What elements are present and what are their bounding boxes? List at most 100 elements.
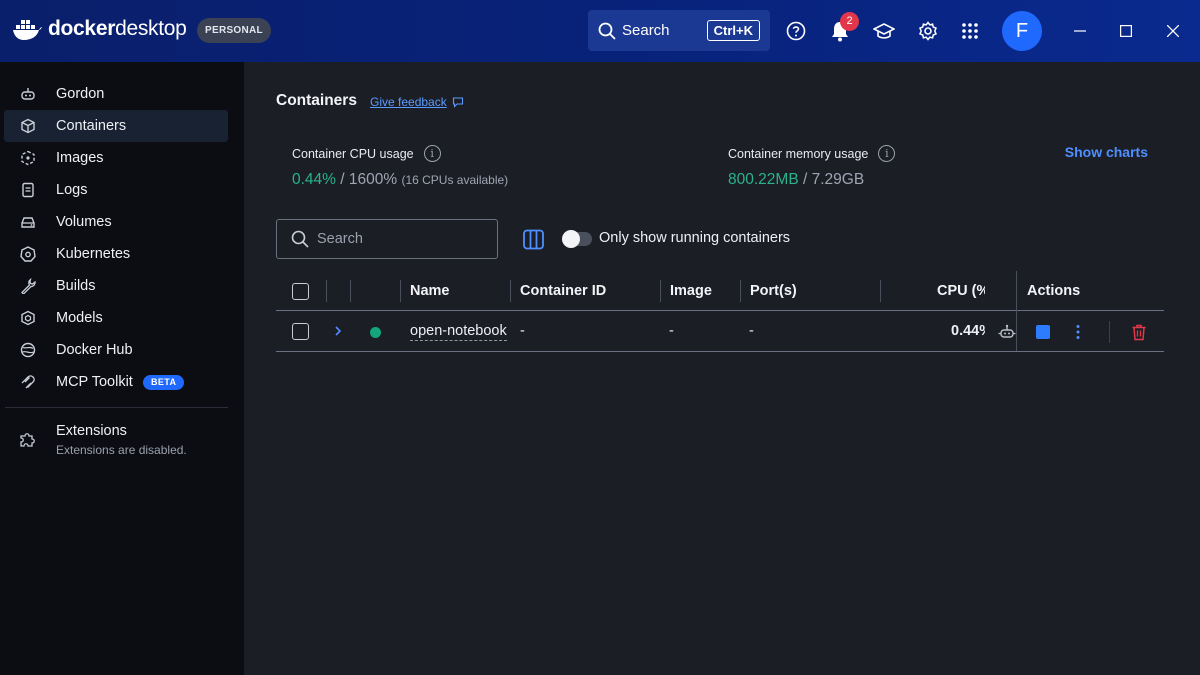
columns-toggle-icon[interactable] bbox=[523, 229, 544, 250]
sidebar-item-label: Kubernetes bbox=[56, 246, 131, 262]
docker-desktop-logo: dockerdesktop bbox=[12, 17, 187, 41]
models-icon bbox=[19, 309, 37, 327]
toggle-knob bbox=[562, 230, 580, 248]
logo-text: dockerdesktop bbox=[48, 17, 187, 40]
memory-info-icon[interactable]: i bbox=[878, 145, 896, 162]
main-content: Containers Give feedback Container CPU u… bbox=[244, 62, 1200, 675]
memory-usage-label: Container memory usage i bbox=[728, 145, 896, 162]
table-row[interactable]: open-notebook - - - 0.44% bbox=[276, 271, 1164, 352]
apps-grid-icon[interactable] bbox=[958, 19, 982, 43]
search-shortcut: Ctrl+K bbox=[706, 20, 760, 41]
sidebar-item-label: Images bbox=[56, 150, 104, 166]
column-header-cpu[interactable]: CPU (% bbox=[937, 283, 985, 299]
minimize-window-icon[interactable] bbox=[1069, 20, 1091, 42]
page-title: Containers bbox=[276, 92, 357, 109]
sidebar-item-label: Models bbox=[56, 310, 103, 326]
row-checkbox[interactable] bbox=[292, 323, 309, 340]
search-icon bbox=[291, 230, 309, 248]
sidebar-item-label: Docker Hub bbox=[56, 342, 133, 358]
show-charts-button[interactable]: Show charts bbox=[1065, 144, 1148, 160]
kubernetes-icon bbox=[19, 245, 37, 263]
logs-icon bbox=[19, 181, 37, 199]
sidebar-item-label: Volumes bbox=[56, 214, 112, 230]
sidebar-item-builds[interactable]: Builds bbox=[4, 270, 228, 302]
sidebar-item-images[interactable]: Images bbox=[4, 142, 228, 174]
cpu-usage-label: Container CPU usage i bbox=[292, 145, 441, 162]
sidebar-item-kubernetes[interactable]: Kubernetes bbox=[4, 238, 228, 270]
settings-gear-icon[interactable] bbox=[916, 19, 940, 43]
column-separator bbox=[740, 280, 741, 302]
stop-button[interactable] bbox=[1033, 322, 1053, 342]
sidebar-item-label: Logs bbox=[56, 182, 88, 198]
actions-separator bbox=[1109, 321, 1110, 343]
image-icon bbox=[19, 149, 37, 167]
column-header-ports[interactable]: Port(s) bbox=[750, 283, 797, 299]
extensions-title[interactable]: Extensions bbox=[56, 423, 127, 439]
sidebar-item-containers[interactable]: Containers bbox=[4, 110, 228, 142]
running-only-label: Only show running containers bbox=[599, 230, 791, 246]
container-id-cell: - bbox=[520, 323, 525, 339]
column-header-name[interactable]: Name bbox=[410, 283, 450, 299]
learning-center-icon[interactable] bbox=[872, 19, 896, 43]
cpu-usage-value: 0.44% / 1600% (16 CPUs available) bbox=[292, 171, 509, 188]
search-label: Search bbox=[622, 22, 670, 39]
sidebar-item-label: Containers bbox=[56, 118, 127, 134]
sidebar-item-logs[interactable]: Logs bbox=[4, 174, 228, 206]
column-separator bbox=[510, 280, 511, 302]
feedback-chat-icon bbox=[452, 97, 463, 108]
column-separator bbox=[400, 280, 401, 302]
sidebar-divider bbox=[5, 407, 228, 408]
search-placeholder: Search bbox=[317, 231, 363, 247]
running-status-dot bbox=[370, 327, 381, 338]
mcp-icon bbox=[19, 373, 37, 391]
container-search-input[interactable]: Search bbox=[276, 219, 498, 259]
maximize-window-icon[interactable] bbox=[1115, 20, 1137, 42]
running-only-toggle[interactable] bbox=[562, 230, 592, 248]
sidebar-item-docker-hub[interactable]: Docker Hub bbox=[4, 334, 228, 366]
column-separator bbox=[326, 280, 327, 302]
notification-count-badge: 2 bbox=[840, 12, 859, 31]
beta-badge: BETA bbox=[143, 375, 185, 390]
user-avatar[interactable]: F bbox=[1002, 11, 1042, 51]
puzzle-extension-icon bbox=[19, 430, 37, 448]
extensions-subtitle: Extensions are disabled. bbox=[56, 443, 187, 457]
sidebar-item-mcp-toolkit[interactable]: MCP Toolkit BETA bbox=[4, 366, 228, 398]
help-icon[interactable] bbox=[784, 19, 808, 43]
gordon-icon bbox=[19, 85, 37, 103]
select-all-checkbox[interactable] bbox=[292, 283, 309, 300]
column-header-image[interactable]: Image bbox=[670, 283, 712, 299]
global-search-button[interactable]: Search Ctrl+K bbox=[588, 10, 770, 51]
image-cell: - bbox=[669, 323, 674, 339]
give-feedback-label: Give feedback bbox=[370, 95, 447, 109]
docker-whale-icon bbox=[13, 20, 42, 40]
sidebar-item-label: Builds bbox=[56, 278, 96, 294]
close-window-icon[interactable] bbox=[1162, 20, 1184, 42]
ask-gordon-icon[interactable] bbox=[997, 322, 1017, 342]
sidebar: Gordon Containers Images Logs Volumes Ku… bbox=[0, 62, 244, 675]
sidebar-item-gordon[interactable]: Gordon bbox=[4, 78, 228, 110]
table-header: Name Container ID Image Port(s) CPU (% A… bbox=[276, 271, 1164, 311]
sidebar-item-volumes[interactable]: Volumes bbox=[4, 206, 228, 238]
docker-hub-icon bbox=[19, 341, 37, 359]
cpu-info-icon[interactable]: i bbox=[423, 145, 441, 162]
column-header-container-id[interactable]: Container ID bbox=[520, 283, 606, 299]
cpu-cell: 0.44% bbox=[951, 323, 985, 339]
stop-icon bbox=[1036, 325, 1050, 339]
sidebar-item-label: Gordon bbox=[56, 86, 105, 102]
give-feedback-link[interactable]: Give feedback bbox=[370, 95, 464, 109]
wrench-icon bbox=[19, 277, 37, 295]
top-bar: dockerdesktop PERSONAL Search Ctrl+K 2 F bbox=[0, 0, 1200, 62]
more-options-icon[interactable] bbox=[1068, 322, 1088, 342]
sidebar-item-models[interactable]: Models bbox=[4, 302, 228, 334]
container-icon bbox=[19, 117, 37, 135]
column-separator bbox=[350, 280, 351, 302]
search-icon bbox=[598, 22, 616, 40]
column-separator bbox=[660, 280, 661, 302]
container-name-link[interactable]: open-notebook bbox=[410, 323, 507, 341]
sidebar-item-label: MCP Toolkit bbox=[56, 374, 133, 390]
delete-trash-icon[interactable] bbox=[1129, 322, 1149, 342]
ports-cell: - bbox=[749, 323, 754, 339]
plan-badge[interactable]: PERSONAL bbox=[197, 18, 271, 43]
volume-icon bbox=[19, 213, 37, 231]
expand-chevron-icon[interactable] bbox=[332, 324, 344, 343]
